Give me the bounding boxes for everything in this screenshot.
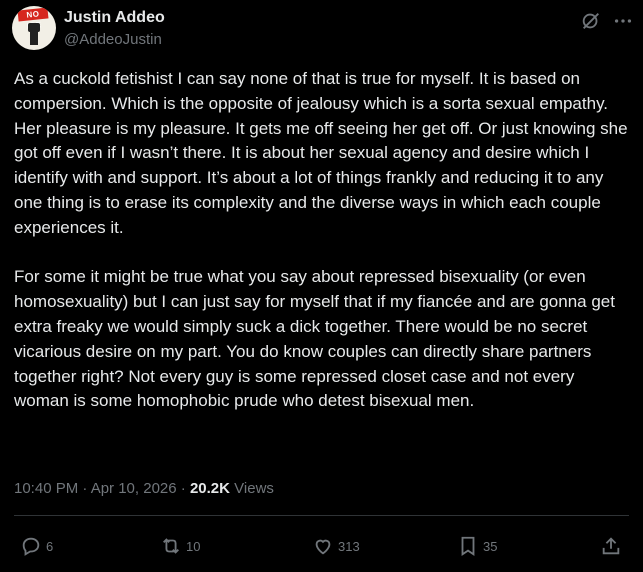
tweet-post: NO ICE Justin Addeo @AddeoJustin As a cu… xyxy=(0,0,643,572)
author-name[interactable]: Justin Addeo xyxy=(64,9,165,27)
share-button[interactable] xyxy=(600,534,622,558)
repost-icon xyxy=(163,538,179,554)
tweet-paragraph: As a cuckold fetishist I can say none of… xyxy=(14,69,628,237)
bookmark-icon xyxy=(461,536,475,556)
reply-icon xyxy=(22,537,40,556)
avatar-badge: NO ICE xyxy=(17,7,49,31)
author-handle[interactable]: @AddeoJustin xyxy=(64,31,162,48)
views-count: 20.2K xyxy=(189,480,230,497)
timestamp[interactable]: 10:40 PM · Apr 10, 2026 xyxy=(14,480,177,497)
tweet-paragraph: For some it might be true what you say a… xyxy=(14,267,615,411)
meta-separator: · xyxy=(176,480,190,497)
avatar[interactable]: NO ICE xyxy=(12,6,56,50)
like-count: 313 xyxy=(338,538,360,554)
bookmark-count: 35 xyxy=(483,538,498,554)
heart-icon xyxy=(315,539,331,555)
views-label: Views xyxy=(234,480,274,497)
tweet-meta: 10:40 PM · Apr 10, 2026 · 20.2K Views xyxy=(14,480,274,497)
tweet-text: As a cuckold fetishist I can say none of… xyxy=(14,67,632,414)
share-icon xyxy=(602,537,620,555)
reply-button[interactable]: 6 xyxy=(20,534,53,558)
repost-button[interactable]: 10 xyxy=(160,534,200,558)
more-options-icon[interactable] xyxy=(612,10,634,32)
bookmark-button[interactable]: 35 xyxy=(457,534,497,558)
like-button[interactable]: 313 xyxy=(312,534,360,558)
grok-icon[interactable] xyxy=(580,10,602,32)
divider xyxy=(14,515,629,516)
fist-icon xyxy=(28,23,40,45)
reply-count: 6 xyxy=(46,538,54,554)
repost-count: 10 xyxy=(186,538,201,554)
